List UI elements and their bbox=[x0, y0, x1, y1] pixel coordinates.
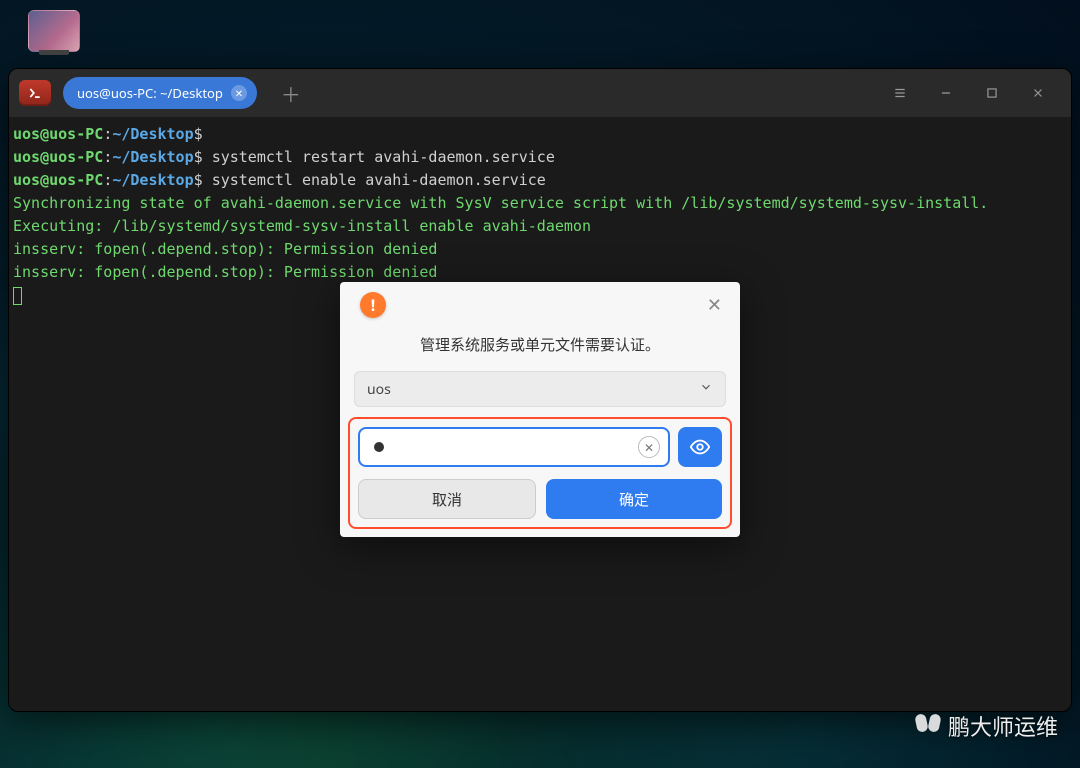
terminal-titlebar: uos@uos-PC: ~/Desktop ✕ ＋ bbox=[9, 69, 1071, 117]
terminal-app-icon bbox=[19, 80, 51, 106]
tab-close-icon[interactable]: ✕ bbox=[231, 85, 247, 101]
chevron-down-icon bbox=[699, 380, 713, 399]
terminal-line: Synchronizing state of avahi-daemon.serv… bbox=[13, 192, 1067, 215]
ok-label: 确定 bbox=[619, 489, 649, 510]
terminal-line: uos@uos-PC:~/Desktop$ bbox=[13, 123, 1067, 146]
cancel-button[interactable]: 取消 bbox=[358, 479, 536, 519]
selected-user-label: uos bbox=[367, 380, 391, 399]
terminal-line: Executing: /lib/systemd/systemd-sysv-ins… bbox=[13, 215, 1067, 238]
terminal-line: uos@uos-PC:~/Desktop$ systemctl restart … bbox=[13, 146, 1067, 169]
dialog-close-icon[interactable]: ✕ bbox=[701, 287, 728, 323]
highlighted-auth-area: ✕ 取消 确定 bbox=[348, 417, 732, 529]
hamburger-menu-icon[interactable] bbox=[877, 70, 923, 116]
shield-warning-icon: ! bbox=[360, 292, 386, 318]
clear-input-icon[interactable]: ✕ bbox=[638, 436, 660, 458]
minimize-button[interactable] bbox=[923, 70, 969, 116]
new-tab-button[interactable]: ＋ bbox=[275, 77, 307, 109]
watermark: 鹏大师运维 bbox=[914, 710, 1058, 742]
password-input[interactable]: ✕ bbox=[358, 427, 670, 467]
user-select-dropdown[interactable]: uos bbox=[354, 371, 726, 407]
desktop-shortcut-icon[interactable] bbox=[28, 10, 80, 52]
dialog-message: 管理系统服务或单元文件需要认证。 bbox=[340, 328, 740, 371]
dialog-header: ! ✕ bbox=[340, 282, 740, 328]
terminal-line: insserv: fopen(.depend.stop): Permission… bbox=[13, 261, 1067, 284]
watermark-text: 鹏大师运维 bbox=[948, 710, 1058, 742]
terminal-line: uos@uos-PC:~/Desktop$ systemctl enable a… bbox=[13, 169, 1067, 192]
maximize-button[interactable] bbox=[969, 70, 1015, 116]
close-button[interactable] bbox=[1015, 70, 1061, 116]
toggle-password-visibility-button[interactable] bbox=[678, 427, 722, 467]
terminal-line: insserv: fopen(.depend.stop): Permission… bbox=[13, 238, 1067, 261]
password-mask-dot bbox=[374, 442, 384, 452]
terminal-tab[interactable]: uos@uos-PC: ~/Desktop ✕ bbox=[63, 77, 257, 109]
wechat-icon bbox=[914, 714, 942, 738]
cursor-icon bbox=[13, 287, 22, 305]
cancel-label: 取消 bbox=[432, 489, 462, 510]
polkit-auth-dialog: ! ✕ 管理系统服务或单元文件需要认证。 uos ✕ 取消 确定 bbox=[340, 282, 740, 537]
tab-title: uos@uos-PC: ~/Desktop bbox=[77, 84, 223, 102]
ok-button[interactable]: 确定 bbox=[546, 479, 722, 519]
